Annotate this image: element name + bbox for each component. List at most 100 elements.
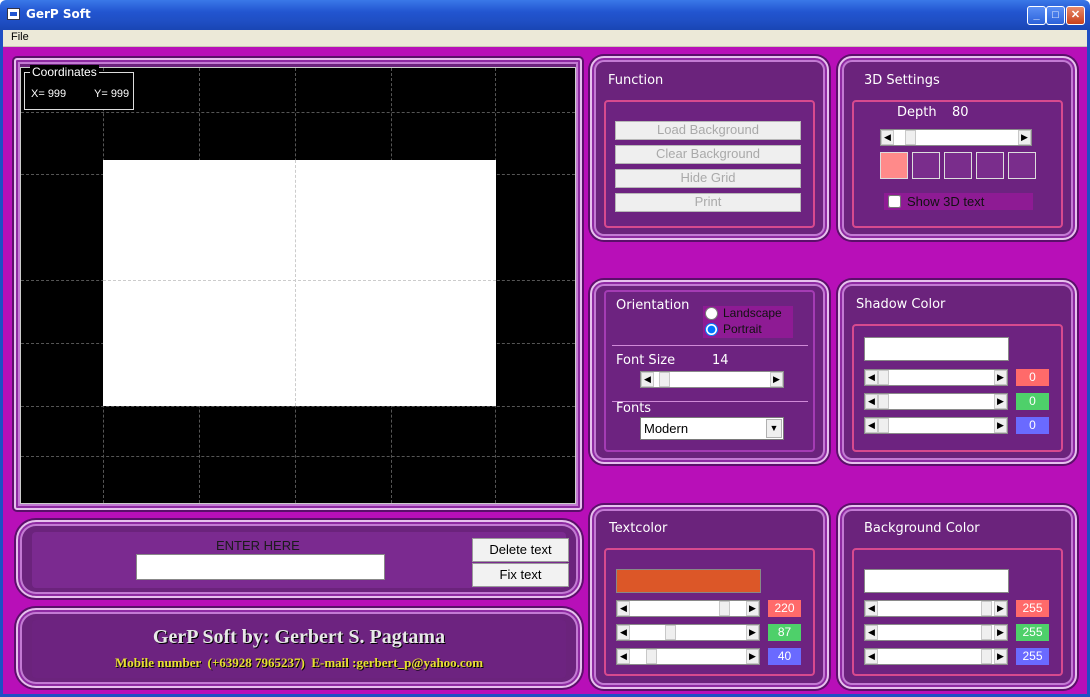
scroll-left-arrow-icon[interactable]: ◀ <box>865 601 878 616</box>
depth-swatch-1[interactable] <box>880 152 908 179</box>
scroll-right-arrow-icon[interactable]: ▶ <box>746 601 759 616</box>
app-icon <box>7 8 20 20</box>
scroll-thumb[interactable] <box>981 649 992 664</box>
text-blue-value: 40 <box>768 648 801 665</box>
grid-line <box>21 456 575 457</box>
scroll-right-arrow-icon[interactable]: ▶ <box>746 649 759 664</box>
scroll-left-arrow-icon[interactable]: ◀ <box>641 372 654 387</box>
shadow-green-scrollbar[interactable]: ◀ ▶ <box>864 393 1008 410</box>
bg-red-value: 255 <box>1016 600 1049 617</box>
fontsize-scrollbar[interactable]: ◀ ▶ <box>640 371 784 388</box>
scroll-left-arrow-icon[interactable]: ◀ <box>881 130 894 145</box>
bg-green-scrollbar[interactable]: ◀ ▶ <box>864 624 1008 641</box>
scroll-left-arrow-icon[interactable]: ◀ <box>617 625 630 640</box>
show3d-checkbox[interactable] <box>888 195 901 208</box>
scroll-thumb[interactable] <box>659 372 671 387</box>
y-coordinate: Y= 999 <box>94 88 130 100</box>
fonts-dropdown[interactable]: Modern ▼ <box>640 417 784 440</box>
scroll-right-arrow-icon[interactable]: ▶ <box>994 394 1007 409</box>
fontsize-label: Font Size <box>616 353 676 368</box>
footer-title: GerP Soft by: Gerbert S. Pagtama <box>152 626 446 648</box>
scroll-thumb[interactable] <box>981 625 992 640</box>
text-input[interactable] <box>136 554 385 580</box>
grid-line <box>295 160 296 406</box>
shadow-title: Shadow Color <box>856 297 946 312</box>
landscape-radio[interactable] <box>705 307 718 320</box>
footer-contact: Mobile number (+63928 7965237) E-mail :g… <box>114 655 484 670</box>
scroll-thumb[interactable] <box>718 601 730 616</box>
bg-red-scrollbar[interactable]: ◀ ▶ <box>864 600 1008 617</box>
shadow-green-value: 0 <box>1016 393 1049 410</box>
depth-label: Depth <box>897 105 937 120</box>
orientation-title: Orientation <box>616 298 690 313</box>
scroll-right-arrow-icon[interactable]: ▶ <box>994 601 1007 616</box>
text-red-scrollbar[interactable]: ◀ ▶ <box>616 600 760 617</box>
scroll-right-arrow-icon[interactable]: ▶ <box>746 625 759 640</box>
maximize-button[interactable]: □ <box>1046 6 1065 25</box>
scroll-right-arrow-icon[interactable]: ▶ <box>994 418 1007 433</box>
menu-file[interactable]: File <box>11 31 29 43</box>
menu-bar: File <box>3 30 1087 47</box>
scroll-right-arrow-icon[interactable]: ▶ <box>1018 130 1031 145</box>
portrait-radio[interactable] <box>705 323 718 336</box>
background-preview <box>864 569 1009 593</box>
coordinates-box: Coordinates X= 999 Y= 999 <box>24 65 134 110</box>
shadow-blue-value: 0 <box>1016 417 1049 434</box>
text-green-value: 87 <box>768 624 801 641</box>
scroll-left-arrow-icon[interactable]: ◀ <box>865 370 878 385</box>
depth-scrollbar[interactable]: ◀ ▶ <box>880 129 1032 146</box>
textcolor-title: Textcolor <box>609 521 668 536</box>
hide-grid-button[interactable]: Hide Grid <box>615 169 801 188</box>
fix-text-button[interactable]: Fix text <box>472 563 569 587</box>
text-red-value: 220 <box>768 600 801 617</box>
fontsize-value: 14 <box>712 353 729 368</box>
scroll-thumb[interactable] <box>981 601 992 616</box>
close-button[interactable]: ✕ <box>1066 6 1085 25</box>
scroll-thumb[interactable] <box>878 370 889 385</box>
text-blue-scrollbar[interactable]: ◀ ▶ <box>616 648 760 665</box>
bg-blue-value: 255 <box>1016 648 1049 665</box>
grid-line <box>21 406 575 407</box>
scroll-left-arrow-icon[interactable]: ◀ <box>865 649 878 664</box>
shadow-red-scrollbar[interactable]: ◀ ▶ <box>864 369 1008 386</box>
bg-blue-scrollbar[interactable]: ◀ ▶ <box>864 648 1008 665</box>
paper-sheet[interactable] <box>103 160 496 406</box>
scroll-left-arrow-icon[interactable]: ◀ <box>865 418 878 433</box>
text-green-scrollbar[interactable]: ◀ ▶ <box>616 624 760 641</box>
scroll-thumb[interactable] <box>646 649 658 664</box>
depth-swatch-2[interactable] <box>912 152 940 179</box>
scroll-thumb[interactable] <box>665 625 677 640</box>
coordinates-legend: Coordinates <box>30 65 99 79</box>
grid-line <box>21 112 575 113</box>
depth-swatch-4[interactable] <box>976 152 1004 179</box>
depth-swatch-5[interactable] <box>1008 152 1036 179</box>
load-background-button[interactable]: Load Background <box>615 121 801 140</box>
scroll-right-arrow-icon[interactable]: ▶ <box>994 625 1007 640</box>
divider <box>612 345 808 346</box>
depth-value: 80 <box>952 105 969 120</box>
enter-here-label: ENTER HERE <box>216 538 300 553</box>
scroll-right-arrow-icon[interactable]: ▶ <box>994 370 1007 385</box>
shadow-preview <box>864 337 1009 361</box>
chevron-down-icon[interactable]: ▼ <box>766 419 782 438</box>
delete-text-button[interactable]: Delete text <box>472 538 569 562</box>
scroll-thumb[interactable] <box>878 394 889 409</box>
scroll-left-arrow-icon[interactable]: ◀ <box>617 601 630 616</box>
show3d-label: Show 3D text <box>907 194 985 209</box>
scroll-left-arrow-icon[interactable]: ◀ <box>865 625 878 640</box>
depth-swatch-3[interactable] <box>944 152 972 179</box>
textcolor-preview <box>616 569 761 593</box>
scroll-thumb[interactable] <box>905 130 917 145</box>
clear-background-button[interactable]: Clear Background <box>615 145 801 164</box>
window-border-left <box>0 30 3 697</box>
print-button[interactable]: Print <box>615 193 801 212</box>
scroll-left-arrow-icon[interactable]: ◀ <box>865 394 878 409</box>
scroll-left-arrow-icon[interactable]: ◀ <box>617 649 630 664</box>
background-title: Background Color <box>864 521 980 536</box>
scroll-right-arrow-icon[interactable]: ▶ <box>770 372 783 387</box>
shadow-blue-scrollbar[interactable]: ◀ ▶ <box>864 417 1008 434</box>
scroll-right-arrow-icon[interactable]: ▶ <box>994 649 1007 664</box>
scroll-thumb[interactable] <box>878 418 889 433</box>
minimize-button[interactable]: _ <box>1027 6 1046 25</box>
function-title: Function <box>608 73 664 88</box>
